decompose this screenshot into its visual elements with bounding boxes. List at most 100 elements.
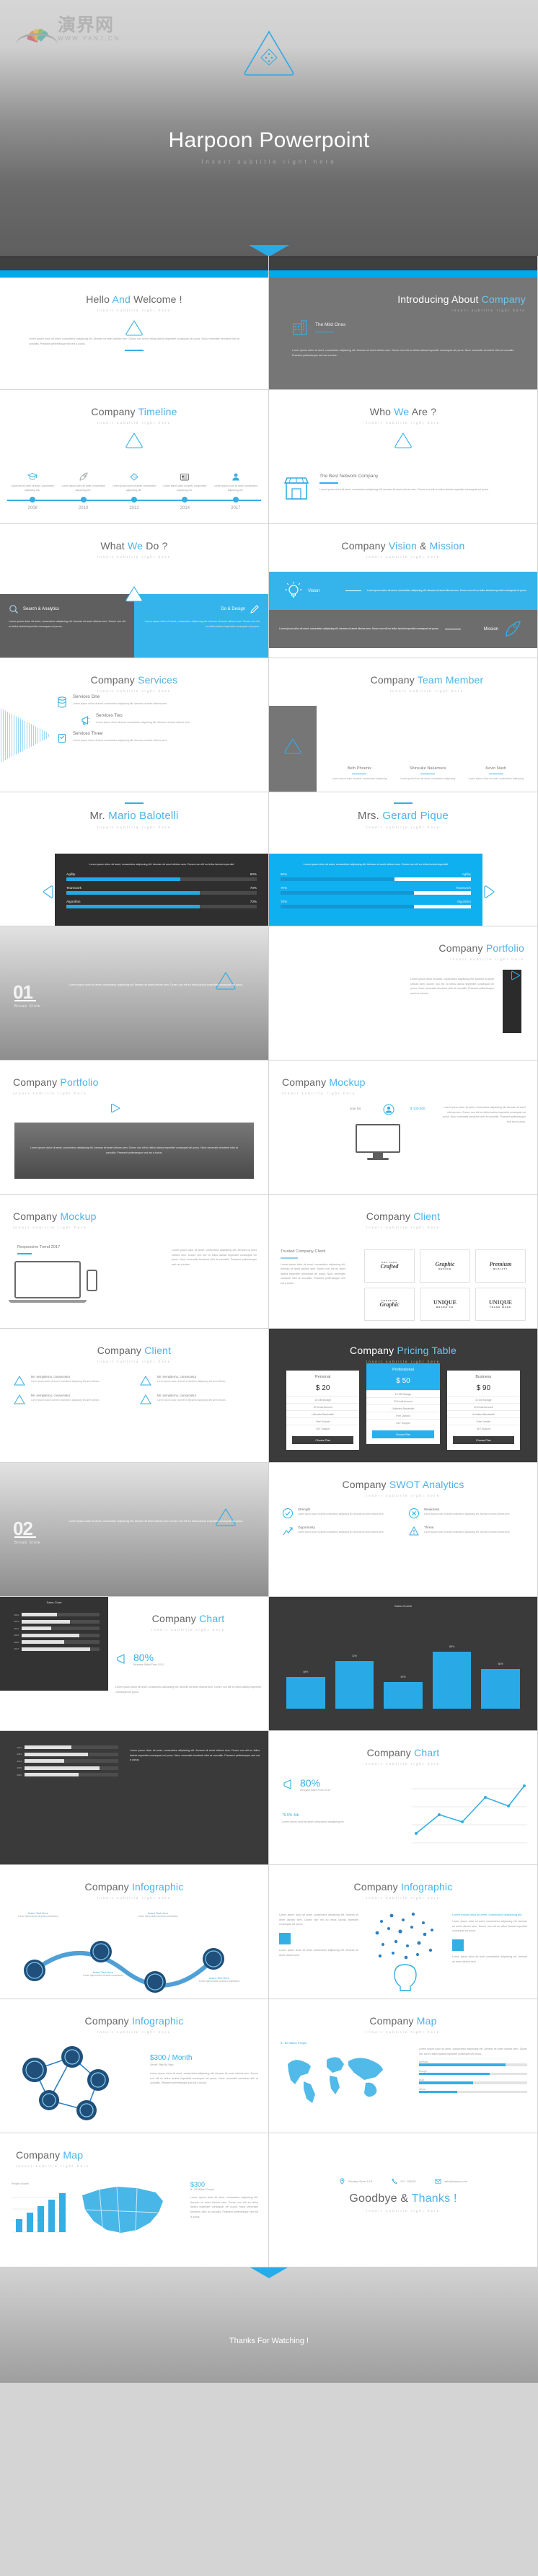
timeline-dot[interactable] xyxy=(131,497,138,503)
team-member[interactable]: Shinsuke Nakamura Lorem ipsum dolor sit … xyxy=(394,766,462,782)
client-item[interactable]: Mr. sempiterno, consectetur Lorem ipsum d… xyxy=(139,1394,255,1405)
slide-goodbye-thanks[interactable]: Brooklyn Street 14-B 021 - 826976 hello@… xyxy=(269,2133,538,2267)
slide-profile-mario[interactable]: Mr. Mario Balotelli Insert subtitle righ… xyxy=(0,792,269,926)
swot-item[interactable]: Strength Lorem ipsum dolor sit amet conse… xyxy=(282,1508,398,1519)
slide-swot-analytics[interactable]: Company SWOT Analytics Insert subtitle r… xyxy=(269,1463,538,1597)
timeline-dot[interactable] xyxy=(182,497,188,503)
client-logo[interactable]: UNIQUE BRAND CO xyxy=(420,1288,470,1321)
timeline-column[interactable]: Lorem ipsum dolor sit amet, consectetur … xyxy=(7,469,58,493)
client-item-title: Mr. sempiterno, consectetur xyxy=(31,1394,71,1397)
service-item[interactable]: Services Three Lorem ipsum dolor sit ame… xyxy=(56,731,258,744)
slide-company-timeline[interactable]: Company Timeline Insert subtitle right h… xyxy=(0,390,269,524)
map-caption: $ - 20 Million People xyxy=(190,2188,214,2191)
client-item[interactable]: Mr. sempiterno, consectetur Lorem ipsum d… xyxy=(13,1394,129,1405)
timeline-column[interactable]: Lorem ipsum dolor sit amet, consectetur … xyxy=(159,469,210,493)
swot-item[interactable]: Weakness Lorem ipsum dolor sit amet conse… xyxy=(408,1508,524,1519)
plan-name: Professional xyxy=(366,1363,440,1375)
laptop-mockup[interactable] xyxy=(9,1261,87,1303)
slide-company-chart-1[interactable]: Sales Chart 2012 2013 2014 2015 2016 201… xyxy=(0,1597,269,1731)
slide-team-member[interactable]: Company Team Member Insert subtitle righ… xyxy=(269,658,538,792)
skill-value: 60% xyxy=(250,872,257,876)
team-member[interactable]: Kevin Nash Lorem ipsum dolor sit amet, c… xyxy=(462,766,530,782)
choose-plan-button[interactable]: Choose Plan xyxy=(452,1436,514,1444)
client-item[interactable]: Mr. sempiterno, consectetur Lorem ipsum d… xyxy=(139,1375,255,1386)
slide-subtitle: Insert subtitle right here xyxy=(97,421,172,425)
arrow-right-icon[interactable] xyxy=(482,884,497,900)
contact-item[interactable]: 021 - 826976 xyxy=(391,2178,416,2185)
swot-item[interactable]: Threat Lorem ipsum dolor sit amet consect… xyxy=(408,1526,524,1537)
choose-plan-button[interactable]: Choose Plan xyxy=(372,1430,434,1438)
client-logo[interactable]: CREATIVE Graphic xyxy=(364,1288,415,1321)
slide-infographic-3[interactable]: Company Infographic Insert subtitle righ… xyxy=(0,1999,269,2133)
timeline-column[interactable]: Lorem ipsum dolor sit amet, consectetur … xyxy=(211,469,261,493)
slide-company-client-logos[interactable]: Company Client Insert subtitle right her… xyxy=(269,1195,538,1329)
contact-item[interactable]: hello@harpoon.com xyxy=(434,2178,467,2185)
slide-portfolio-1[interactable]: Company Portfolio Insert subtitle right … xyxy=(269,926,538,1061)
client-item[interactable]: Mr. sempiterno, consectetur Lorem ipsum d… xyxy=(13,1375,129,1386)
slide-chart-dark-grid[interactable]: 2012 2013 2014 2015 2016 Lorem ipsum dol… xyxy=(0,1731,269,1865)
contact-item[interactable]: Brooklyn Street 14-B xyxy=(339,2178,372,2185)
slide-company-map-usa[interactable]: Company Map Insert subtitle right here P… xyxy=(0,2133,269,2267)
slide-title: Company Mockup xyxy=(13,1210,97,1222)
timeline-dot[interactable] xyxy=(30,497,36,503)
slide-infographic-2[interactable]: Company Infographic Insert subtitle righ… xyxy=(269,1865,538,1999)
client-logo[interactable]: Graphic DESIGN xyxy=(420,1249,470,1283)
arrow-left-icon[interactable] xyxy=(40,884,55,900)
slide-break-01[interactable]: 01 Break Slide Lorem ipsum dolor sit ame… xyxy=(0,926,269,1061)
slide-company-chart-2[interactable]: Company Chart Insert subtitle right here… xyxy=(269,1731,538,1865)
slide-company-services[interactable]: Company Services Insert subtitle right h… xyxy=(0,658,269,792)
slide-pricing-table[interactable]: Company Pricing Table Insert subtitle ri… xyxy=(269,1329,538,1463)
timeline-dot[interactable] xyxy=(232,497,239,503)
triangle-icon xyxy=(140,1376,151,1386)
team-members: Beth Phoenix Lorem ipsum dolor sit amet,… xyxy=(325,766,530,782)
play-icon[interactable] xyxy=(110,1102,121,1117)
slide-company-chart-bars[interactable]: Sales Growth 48% 72% 40% 86% 60% xyxy=(269,1597,538,1731)
slide-mockup-desktop[interactable]: Company Mockup Insert subtitle right her… xyxy=(269,1061,538,1195)
timeline-column[interactable]: Lorem ipsum dolor sit amet, consectetur … xyxy=(109,469,159,493)
slide-hello-welcome[interactable]: Hello And Welcome ! Insert subtitle righ… xyxy=(0,256,269,390)
break-label: Break Slide xyxy=(14,1004,41,1009)
service-item[interactable]: Services One Lorem ipsum dolor sit amet … xyxy=(56,694,258,708)
phone-mockup[interactable] xyxy=(87,1270,97,1291)
slide-company-map-world[interactable]: Company Map Insert subtitle right here $… xyxy=(269,1999,538,2133)
swot-item[interactable]: Opportunity Lorem ipsum dolor sit amet co… xyxy=(282,1526,398,1537)
slide-infographic-1[interactable]: Company Infographic Insert subtitle righ… xyxy=(0,1865,269,1999)
slide-what-we-do[interactable]: What We Do ? Insert subtitle right here … xyxy=(0,524,269,658)
slide-about-company[interactable]: Introducing About Company Insert subtitl… xyxy=(269,256,538,390)
slide-company-client-list[interactable]: Company Client Insert subtitle right her… xyxy=(0,1329,269,1463)
weakness-icon xyxy=(409,1508,419,1518)
vision-band[interactable]: Vision Lorem ipsum dolor sit amet, conse… xyxy=(269,572,537,610)
choose-plan-button[interactable]: Choose Plan xyxy=(292,1436,354,1444)
slide-break-02[interactable]: 02 Break Slide Lorem ipsum dolor sit ame… xyxy=(0,1463,269,1597)
slide-profile-gerard[interactable]: Mrs. Gerard Pique Insert subtitle right … xyxy=(269,792,538,926)
swot-text: Lorem ipsum dolor sit amet consectetur a… xyxy=(424,1531,511,1533)
pricing-plan[interactable]: Personal $ 20 10 GB Storage 20 Email Acc… xyxy=(286,1371,360,1450)
timeline-dot[interactable] xyxy=(80,497,87,503)
service-item[interactable]: Services Two Lorem ipsum dolor sit amet … xyxy=(79,713,258,726)
client-logo[interactable]: Premium QUALITY xyxy=(475,1249,526,1283)
client-logo[interactable]: UNIQUE TRADE MARK xyxy=(475,1288,526,1321)
usa-map[interactable] xyxy=(75,2179,172,2245)
slide-title: Company SWOT Analytics xyxy=(342,1479,464,1490)
panel-search-analytics[interactable]: Search & Analytics Lorem ipsum dolor sit… xyxy=(0,594,134,658)
slide-portfolio-2[interactable]: Company Portfolio Insert subtitle right … xyxy=(0,1061,269,1195)
site-logo: 演界网 WWW.YANJ.CN xyxy=(16,16,120,43)
team-member[interactable]: Beth Phoenix Lorem ipsum dolor sit amet,… xyxy=(325,766,394,782)
pricing-plan[interactable]: Business $ 90 10 GB Storage 20 Email Acc… xyxy=(446,1371,520,1450)
hero-notch xyxy=(249,245,289,256)
chart-title: Sales Growth xyxy=(394,1604,412,1608)
mission-band[interactable]: Lorem ipsum dolor sit amet, consectetur … xyxy=(269,610,537,648)
panel-do-design[interactable]: Do & Design Lorem ipsum dolor sit amet, … xyxy=(134,594,268,658)
timeline-column[interactable]: Lorem ipsum dolor sit amet, consectetur … xyxy=(58,469,108,493)
pricing-plan-featured[interactable]: Professional $ 50 10 GB Storage 20 Email… xyxy=(366,1363,440,1444)
desktop-monitor-mockup[interactable] xyxy=(356,1124,400,1160)
slide-vision-mission[interactable]: Company Vision & Mission Insert subtitle… xyxy=(269,524,538,658)
plan-feature: Unlimited Bandwidth xyxy=(286,1410,360,1417)
portfolio-image[interactable]: Lorem ipsum dolor sit amet, consectetur … xyxy=(14,1123,254,1179)
skill-value: 70% xyxy=(250,885,257,890)
world-map[interactable] xyxy=(279,2051,387,2108)
slide-mockup-responsive[interactable]: Company Mockup Insert subtitle right her… xyxy=(0,1195,269,1329)
play-icon[interactable] xyxy=(510,970,521,985)
client-logo[interactable]: EST 1984 Crafted xyxy=(364,1249,415,1283)
slide-who-we-are[interactable]: Who We Are ? Insert subtitle right here … xyxy=(269,390,538,524)
